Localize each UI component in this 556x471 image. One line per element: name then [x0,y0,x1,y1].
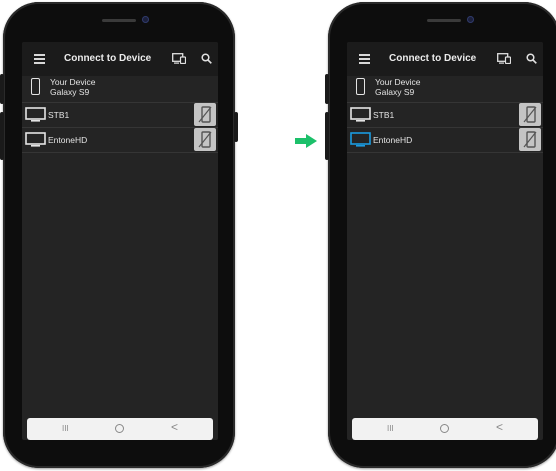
receiver-name: STB1 [373,110,395,120]
arrow-right-indicator [295,134,317,148]
speaker-grille [102,19,136,22]
system-nav-bar: III < [27,418,213,440]
hamburger-icon[interactable] [34,54,45,64]
receiver-name: EntoneHD [373,135,413,145]
cast-icon[interactable] [497,53,511,64]
device-model: Galaxy S9 [375,87,415,97]
hamburger-icon[interactable] [359,54,370,64]
volume-button [0,74,4,104]
front-camera [142,16,149,23]
remote-button[interactable] [194,128,216,151]
device-name: Your Device [375,77,421,87]
smartphone-icon [31,78,40,95]
speaker-grille [427,19,461,22]
remote-phone-icon [523,131,537,148]
device-row: Your Device Galaxy S9 [22,76,218,103]
remote-phone-icon [523,106,537,123]
remote-phone-icon [198,106,212,123]
back-button[interactable]: < [171,420,178,434]
bixby-button [325,112,329,160]
app-screen: Connect to Device Your Device Galaxy S9 [347,42,543,440]
device-name: Your Device [50,77,96,87]
receiver-row-entonehd[interactable]: EntoneHD [22,128,218,153]
phone-before: Connect to Device Your Device Galaxy S9 [0,2,238,468]
tv-icon [350,107,371,122]
system-nav-bar: III < [352,418,538,440]
receiver-name: EntoneHD [48,135,88,145]
receiver-row-entonehd[interactable]: EntoneHD [347,128,543,153]
tv-icon [25,132,46,147]
receiver-row-stb1[interactable]: STB1 [22,103,218,128]
phone-after: Connect to Device Your Device Galaxy S9 [325,2,556,468]
app-title: Connect to Device [389,53,477,64]
recent-apps-button[interactable]: III [387,424,394,433]
remote-phone-icon [198,131,212,148]
front-camera [467,16,474,23]
search-icon[interactable] [526,53,537,64]
remote-button[interactable] [519,103,541,126]
back-button[interactable]: < [496,420,503,434]
device-row: Your Device Galaxy S9 [347,76,543,103]
search-icon[interactable] [201,53,212,64]
bixby-button [0,112,4,160]
home-button[interactable] [115,424,124,433]
cast-icon[interactable] [172,53,186,64]
tv-icon [25,107,46,122]
app-bar: Connect to Device [347,42,543,76]
receiver-name: STB1 [48,110,70,120]
remote-button[interactable] [519,128,541,151]
home-button[interactable] [440,424,449,433]
device-model: Galaxy S9 [50,87,90,97]
remote-button[interactable] [194,103,216,126]
smartphone-icon [356,78,365,95]
app-title: Connect to Device [64,53,152,64]
recent-apps-button[interactable]: III [62,424,69,433]
app-bar: Connect to Device [22,42,218,76]
power-button [234,112,238,142]
receiver-row-stb1[interactable]: STB1 [347,103,543,128]
app-screen: Connect to Device Your Device Galaxy S9 [22,42,218,440]
volume-button [325,74,329,104]
tv-icon-selected [350,132,371,147]
